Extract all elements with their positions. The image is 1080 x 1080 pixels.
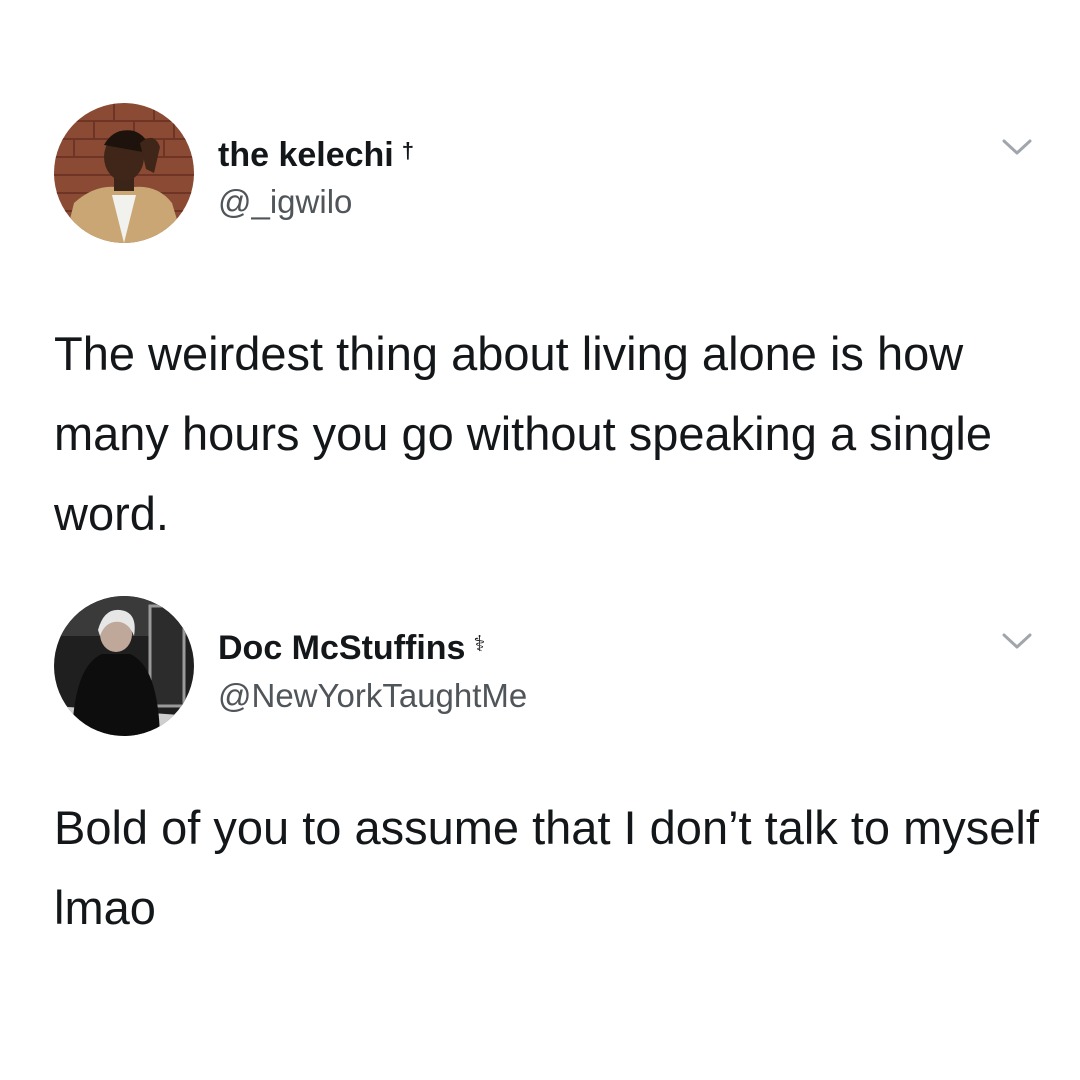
user-handle[interactable]: @_igwilo <box>218 182 352 222</box>
avatar-doc-mcstuffins[interactable] <box>54 596 194 736</box>
display-name-text: Doc McStuffins <box>218 629 466 667</box>
avatar-photo <box>54 596 194 736</box>
chevron-down-icon[interactable] <box>1000 630 1034 652</box>
tweet-text: Bold of you to assume that I don’t talk … <box>54 801 1039 934</box>
display-name[interactable]: the kelechi † <box>218 131 414 175</box>
tweet-text: The weirdest thing about living alone is… <box>54 327 992 540</box>
display-name[interactable]: Doc McStuffins ⚕ <box>218 624 485 668</box>
dagger-glyph: † <box>401 138 414 163</box>
avatar-photo <box>54 103 194 243</box>
chevron-down-icon[interactable] <box>1000 136 1034 158</box>
caduceus-glyph: ⚕ <box>473 631 486 656</box>
avatar-the-kelechi[interactable] <box>54 103 194 243</box>
user-handle[interactable]: @NewYorkTaughtMe <box>218 676 527 716</box>
tweet-1: the kelechi † @_igwilo The weirdest thing… <box>0 0 1080 560</box>
display-name-text: the kelechi <box>218 136 394 174</box>
